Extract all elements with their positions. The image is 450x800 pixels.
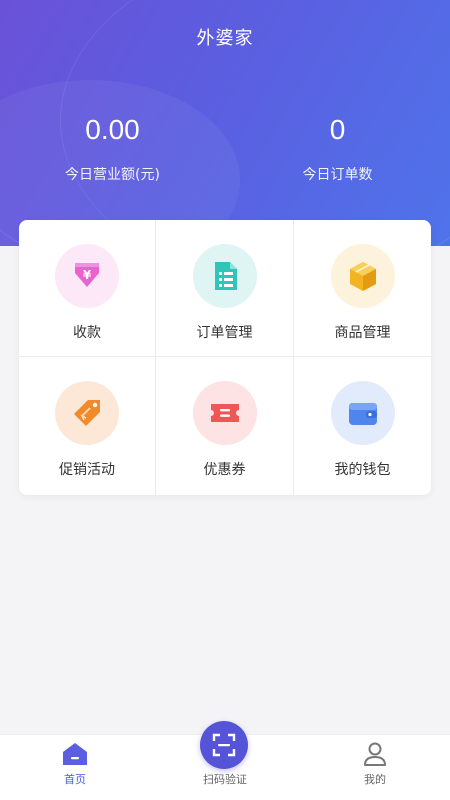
grid-item-products[interactable]: 商品管理 xyxy=(294,220,431,357)
home-icon xyxy=(63,743,87,765)
bottom-tab-bar: 首页 扫码验证 我的 xyxy=(0,721,450,800)
stat-revenue-value: 0.00 xyxy=(85,114,140,145)
stat-orders: 0 今日订单数 xyxy=(225,112,450,184)
grid-item-wallet[interactable]: 我的钱包 xyxy=(294,357,431,495)
tab-label: 扫码验证 xyxy=(203,773,247,786)
grid-item-label: 订单管理 xyxy=(196,325,253,341)
grid-item-coupon[interactable]: 优惠券 xyxy=(156,357,294,495)
user-icon xyxy=(364,742,386,766)
grid-item-label: 收款 xyxy=(73,325,101,341)
grid-item-promotion[interactable]: 促销活动 xyxy=(19,357,156,495)
scan-button[interactable] xyxy=(200,721,248,769)
promotion-tag-icon xyxy=(55,381,119,445)
tab-home[interactable]: 首页 xyxy=(0,735,150,800)
tab-mine[interactable]: 我的 xyxy=(300,735,450,800)
svg-text:¥: ¥ xyxy=(83,268,92,282)
order-document-icon xyxy=(192,244,257,308)
stat-revenue-label: 今日营业额(元) xyxy=(65,167,160,183)
grid-item-label: 优惠券 xyxy=(203,462,246,478)
grid-item-label: 商品管理 xyxy=(334,325,391,341)
grid-item-orders[interactable]: 订单管理 xyxy=(156,220,294,357)
grid-item-label: 我的钱包 xyxy=(334,462,391,478)
coupon-ticket-icon xyxy=(192,381,257,445)
grid-item-label: 促销活动 xyxy=(59,462,115,478)
page-title: 外婆家 xyxy=(196,28,254,49)
stat-orders-label: 今日订单数 xyxy=(302,167,373,183)
tab-label: 我的 xyxy=(364,773,386,786)
stat-revenue: 0.00 今日营业额(元) xyxy=(0,112,225,184)
stat-orders-value: 0 xyxy=(329,114,346,145)
scan-icon xyxy=(212,733,236,757)
payment-yen-icon: ¥ xyxy=(55,244,119,308)
grid-item-payment[interactable]: ¥ 收款 xyxy=(19,220,156,357)
function-grid: ¥ 收款 订单管理 商品管理 促销活动 优惠券 我的钱包 xyxy=(19,220,431,495)
tab-scan[interactable]: 扫码验证 xyxy=(150,721,300,800)
wallet-icon xyxy=(330,381,395,445)
product-box-icon xyxy=(330,244,395,308)
tab-label: 首页 xyxy=(64,773,86,786)
